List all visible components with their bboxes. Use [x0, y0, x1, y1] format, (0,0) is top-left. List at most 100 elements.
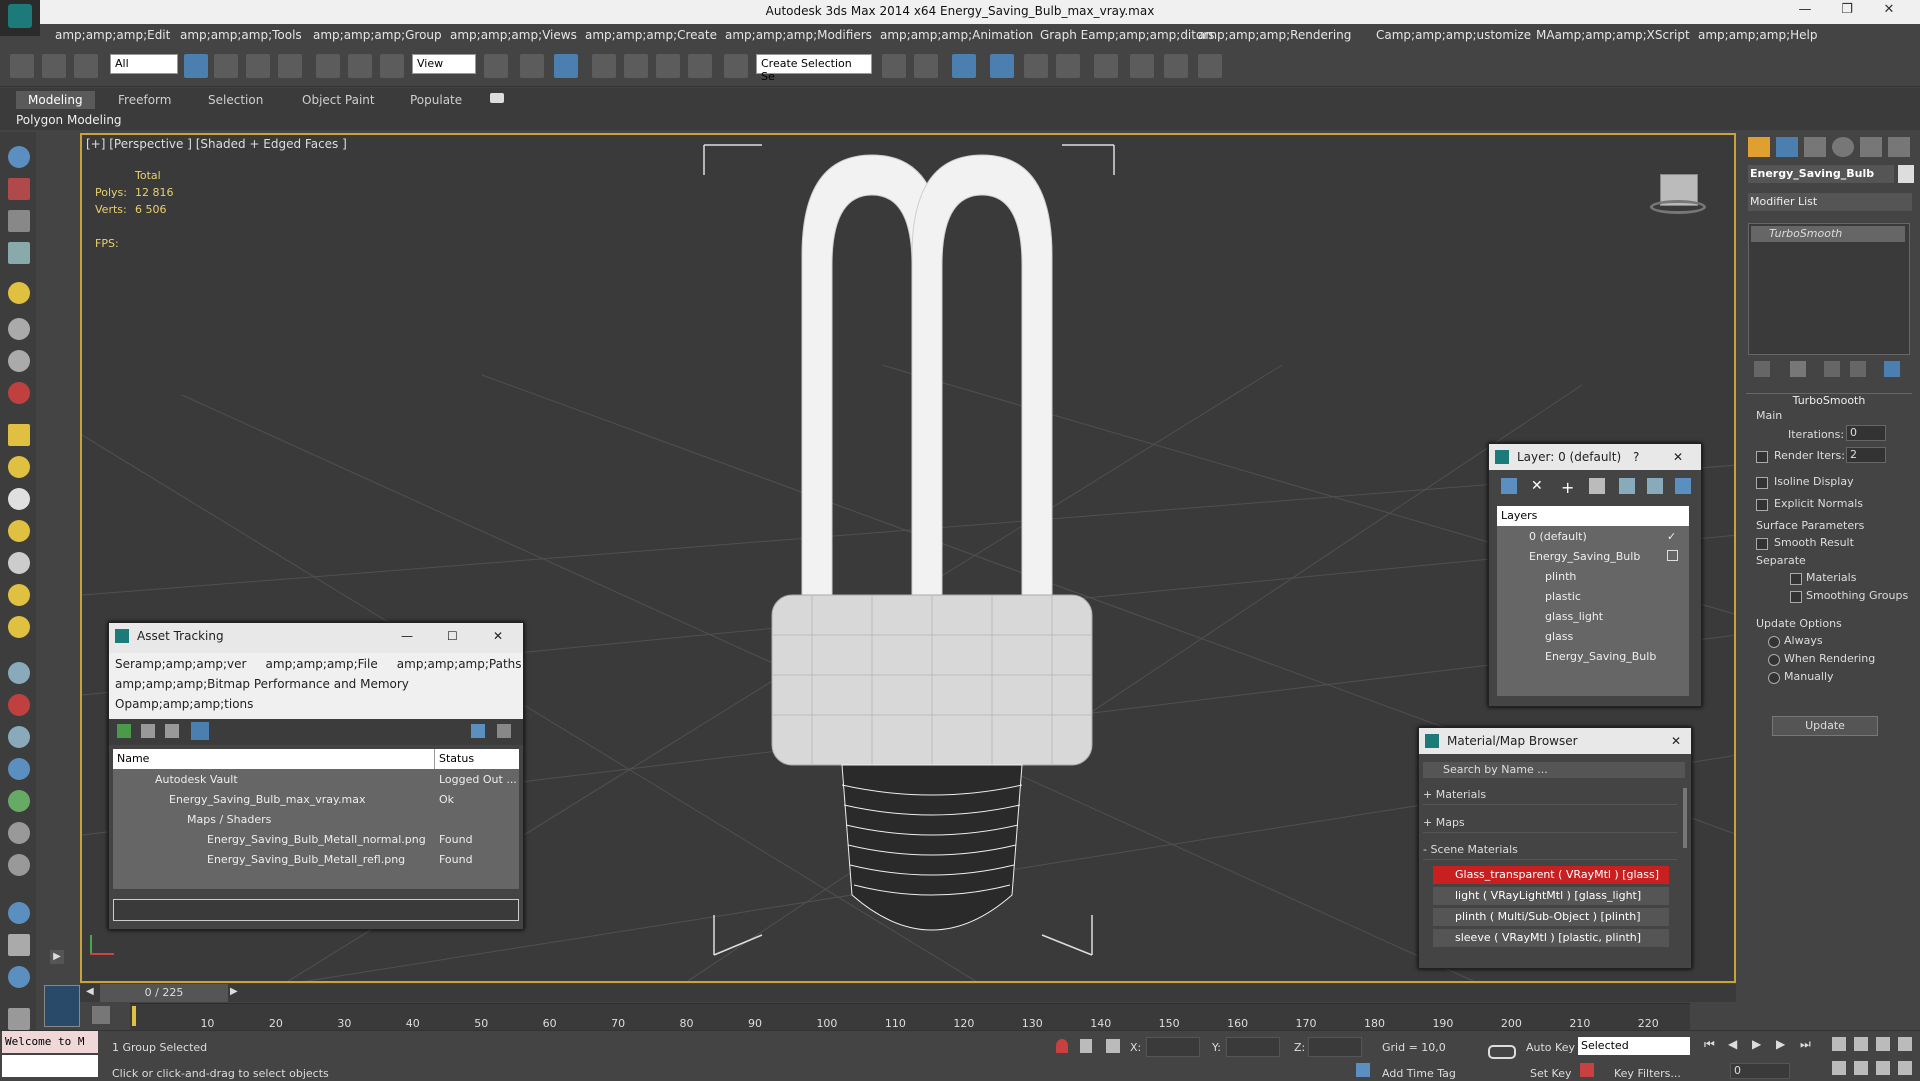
isolate-icon[interactable]	[1056, 1039, 1068, 1053]
system-icon[interactable]	[8, 726, 30, 748]
layer-item[interactable]: Energy_Saving_Bulb	[1545, 650, 1656, 663]
utilities-tab-icon[interactable]	[1888, 137, 1910, 157]
gear-icon[interactable]	[8, 758, 30, 780]
bind-spacewarp-icon[interactable]	[74, 54, 98, 78]
auto-key-button[interactable]: Auto Key	[1526, 1041, 1575, 1054]
render-iters-checkbox[interactable]	[1756, 451, 1768, 463]
reference-coordinate-dropdown[interactable]: View	[412, 54, 476, 74]
field-of-view-icon[interactable]	[1832, 1061, 1846, 1075]
edit-named-selection-icon[interactable]	[724, 54, 748, 78]
maximize-viewport-icon[interactable]	[1898, 1061, 1912, 1075]
hair-icon[interactable]	[8, 822, 30, 844]
expand-arrow-icon[interactable]: ▶	[50, 950, 64, 964]
make-unique-icon[interactable]	[1824, 361, 1840, 377]
go-to-end-icon[interactable]: ⏭	[1800, 1037, 1811, 1052]
set-key-button[interactable]: Set Key	[1530, 1067, 1572, 1080]
maxscript-listener[interactable]: Welcome to M	[2, 1031, 98, 1053]
trash-icon[interactable]	[8, 1008, 30, 1030]
tab-selection[interactable]: Selection	[196, 91, 275, 109]
materials-section[interactable]: + Materials	[1423, 788, 1677, 805]
teapot-primitive-icon[interactable]	[8, 520, 30, 542]
clipboard-icon[interactable]	[8, 934, 30, 956]
isoline-checkbox[interactable]	[1756, 477, 1768, 489]
time-slider-thumb[interactable]: 0 / 225	[100, 984, 228, 1002]
help-icon[interactable]	[471, 724, 485, 738]
viewport-label[interactable]: [+] [Perspective ] [Shaded + Edged Faces…	[86, 137, 347, 151]
column-header-status[interactable]: Status	[435, 749, 519, 769]
display-tab-icon[interactable]	[1860, 137, 1882, 157]
spinner-snap-icon[interactable]	[688, 54, 712, 78]
menu-customize[interactable]: Camp;amp;amp;ustomize	[1376, 28, 1531, 42]
asset-minimize-button[interactable]: —	[401, 629, 413, 643]
unlink-icon[interactable]	[42, 54, 66, 78]
asset-menu-line3[interactable]: Opamp;amp;amp;tions	[115, 697, 253, 711]
when-rendering-radio[interactable]	[1768, 654, 1780, 666]
film-icon[interactable]	[8, 382, 30, 404]
curve-editor-icon[interactable]	[1024, 54, 1048, 78]
angle-snap-icon[interactable]	[624, 54, 648, 78]
highlight-layer-icon[interactable]	[1619, 478, 1635, 494]
set-key-icon[interactable]	[1580, 1063, 1594, 1077]
x-coord-input[interactable]	[1146, 1037, 1200, 1057]
track-bar[interactable]: 10 20 30 40 50 60 70 80 90 100 110 120 130 140 150 160 1…	[130, 1003, 1690, 1030]
minimize-button[interactable]: —	[1790, 2, 1820, 22]
menu-tools[interactable]: amp;amp;amp;Tools	[180, 28, 302, 42]
rendered-frame-window-icon[interactable]	[1164, 54, 1188, 78]
modify-tab-icon[interactable]	[1776, 137, 1798, 157]
zoom-extents-all-icon[interactable]	[1898, 1037, 1912, 1051]
maximize-button[interactable]: ❐	[1832, 2, 1862, 22]
rotate-icon[interactable]	[348, 54, 372, 78]
geosphere-icon[interactable]	[8, 616, 30, 638]
prev-frame-arrow-icon[interactable]: ◀	[86, 986, 100, 1000]
asset-name[interactable]: Autodesk Vault	[155, 773, 238, 786]
cone-icon[interactable]	[8, 552, 30, 574]
asset-name[interactable]: Energy_Saving_Bulb_Metall_normal.png	[207, 833, 426, 846]
asset-close-icon[interactable]: ✕	[493, 629, 503, 643]
menu-rendering[interactable]: amp;amp;amp;Rendering	[1198, 28, 1351, 42]
select-in-layer-icon[interactable]	[1589, 478, 1605, 494]
material-search-input[interactable]: Search by Name ...	[1423, 762, 1685, 778]
snaps-toggle-icon[interactable]	[592, 54, 616, 78]
settings-icon[interactable]	[497, 724, 511, 738]
smooth-result-checkbox[interactable]	[1756, 538, 1768, 550]
next-frame-arrow-icon[interactable]: ▶	[230, 986, 244, 1000]
tab-object-paint[interactable]: Object Paint	[290, 91, 387, 109]
hierarchy-tab-icon[interactable]	[1804, 137, 1826, 157]
next-frame-icon[interactable]: ▶	[1776, 1037, 1785, 1051]
update-button[interactable]: Update	[1772, 716, 1878, 736]
absolute-mode-icon[interactable]	[1106, 1039, 1120, 1053]
asset-tracking-titlebar[interactable]: Asset Tracking — ☐ ✕	[109, 623, 523, 653]
play-icon[interactable]: ▶	[1752, 1037, 1761, 1051]
layer-active-box-icon[interactable]	[1667, 550, 1678, 561]
manually-radio[interactable]	[1768, 672, 1780, 684]
asset-menu-line1[interactable]: Seramp;amp;amp;ver amp;amp;amp;File amp;…	[115, 657, 522, 671]
column-header-name[interactable]: Name	[113, 749, 435, 769]
pan-icon[interactable]	[1854, 1061, 1868, 1075]
configure-sets-icon[interactable]	[1884, 361, 1900, 377]
layer-item[interactable]: 0 (default)	[1529, 530, 1587, 543]
menu-animation[interactable]: amp;amp;amp;Animation	[880, 28, 1033, 42]
layer-item[interactable]: glass	[1545, 630, 1573, 643]
render-setup-icon[interactable]	[1130, 54, 1154, 78]
layer-help-button[interactable]: ?	[1633, 450, 1639, 464]
asset-maximize-button[interactable]: ☐	[447, 629, 458, 643]
menu-modifiers[interactable]: amp;amp;amp;Modifiers	[725, 28, 872, 42]
refresh-icon[interactable]	[117, 724, 131, 738]
mini-listener-icon[interactable]	[44, 985, 80, 1027]
app-logo-icon[interactable]	[0, 0, 40, 36]
light-bulb-icon[interactable]	[8, 282, 30, 304]
layer-item[interactable]: glass_light	[1545, 610, 1603, 623]
scene-material-item[interactable]: light ( VRayLightMtl ) [glass_light]	[1433, 887, 1669, 905]
list-view-icon[interactable]	[141, 724, 155, 738]
materials-checkbox[interactable]	[1790, 573, 1802, 585]
pivot-center-icon[interactable]	[484, 54, 508, 78]
motion-tab-icon[interactable]	[1832, 137, 1854, 157]
select-manipulate-icon[interactable]	[520, 54, 544, 78]
render-icon[interactable]	[8, 178, 30, 200]
new-layer-icon[interactable]	[1501, 478, 1517, 494]
material-browser-close-icon[interactable]: ✕	[1671, 734, 1681, 748]
track-bar-icon[interactable]	[92, 1006, 110, 1024]
turbosmooth-rollout-title[interactable]: TurboSmooth	[1746, 393, 1912, 410]
time-slider[interactable]: ◀ 0 / 225 ▶	[80, 984, 1736, 1002]
menu-edit[interactable]: amp;amp;amp;Edit	[55, 28, 170, 42]
